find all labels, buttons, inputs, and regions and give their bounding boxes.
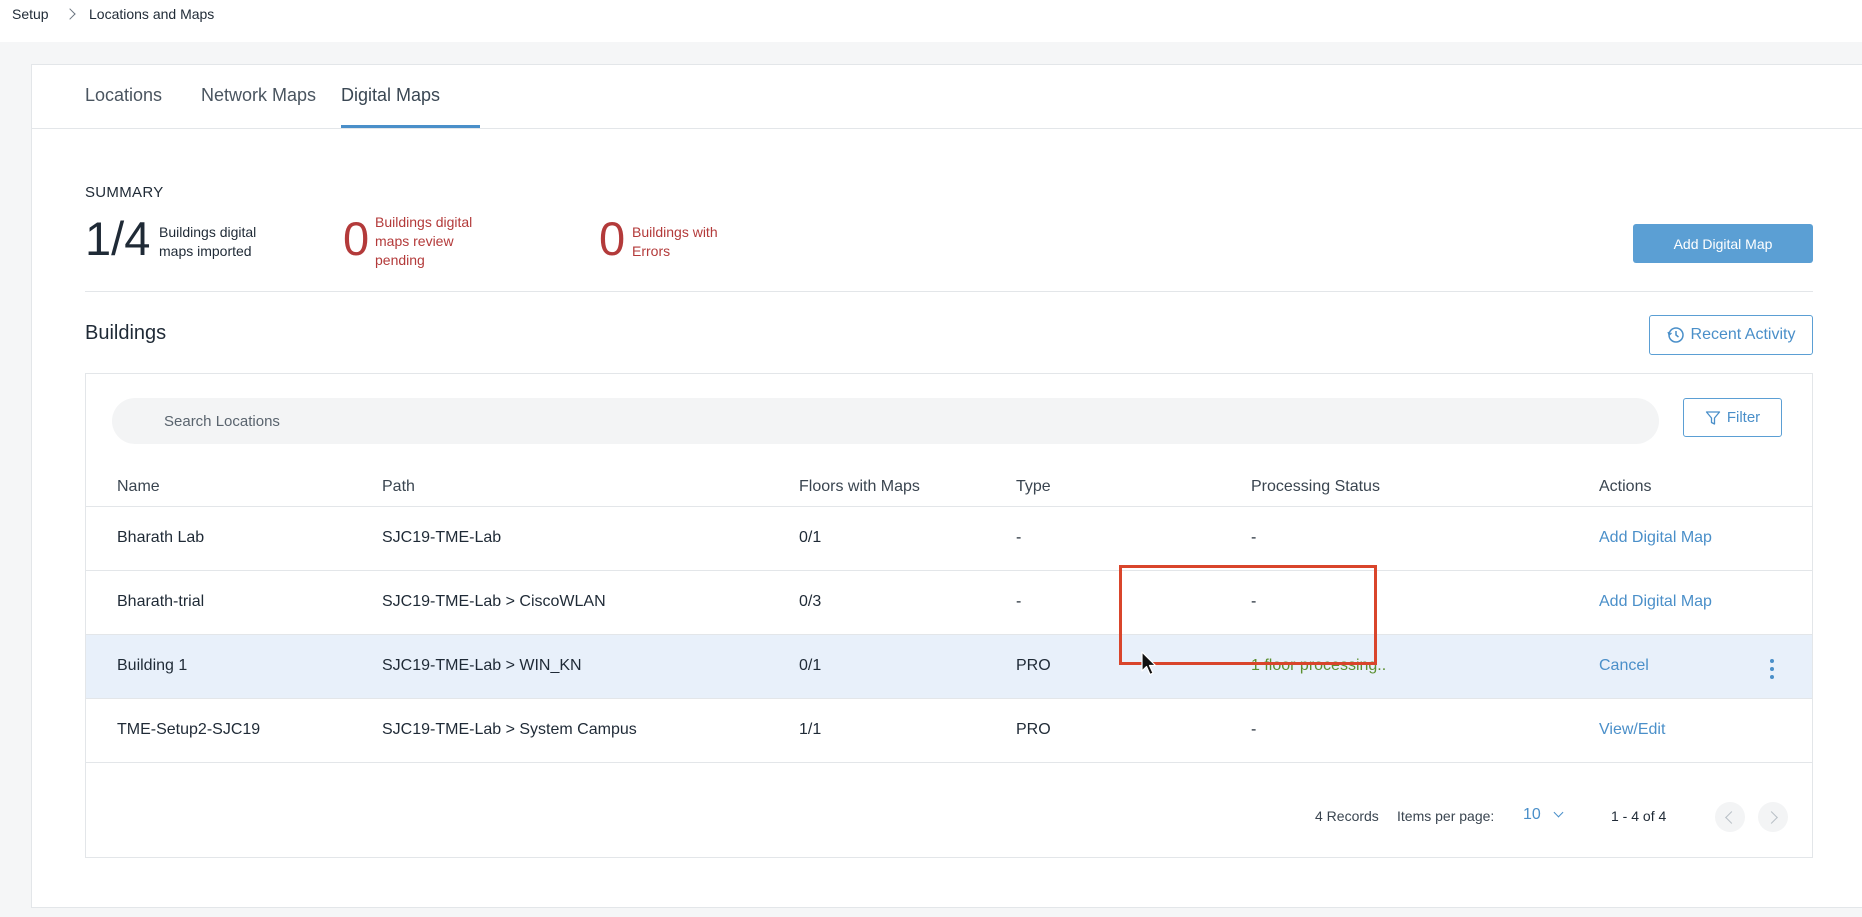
add-digital-map-link[interactable]: Add Digital Map	[1599, 593, 1712, 611]
stat-label: Buildings with Errors	[632, 224, 718, 259]
chevron-right-icon	[64, 8, 76, 20]
search-input[interactable]	[112, 398, 1659, 444]
cell-type: PRO	[1016, 657, 1051, 674]
items-per-page-select[interactable]: 10	[1523, 806, 1541, 824]
cancel-link[interactable]: Cancel	[1599, 657, 1649, 675]
cell-name: Building 1	[117, 657, 188, 674]
recent-activity-label: Recent Activity	[1690, 326, 1796, 343]
filter-button[interactable]: Filter	[1683, 398, 1782, 437]
history-icon	[1666, 327, 1684, 343]
breadcrumb: Setup Locations and Maps	[0, 0, 1862, 42]
column-header-path[interactable]: Path	[382, 478, 415, 496]
stat-value: 0	[343, 212, 370, 265]
chevron-down-icon[interactable]	[1553, 807, 1564, 818]
cell-type: -	[1016, 593, 1022, 610]
stat-value: 0	[599, 212, 626, 265]
column-header-actions: Actions	[1599, 478, 1652, 495]
view-edit-link[interactable]: View/Edit	[1599, 721, 1665, 739]
table-row[interactable]: Bharath Lab SJC19-TME-Lab 0/1 - - Add Di…	[86, 507, 1812, 571]
tab-locations[interactable]: Locations	[85, 85, 162, 127]
mouse-cursor-icon	[1141, 651, 1157, 676]
recent-activity-button[interactable]: Recent Activity	[1649, 315, 1813, 355]
cell-status: -	[1251, 593, 1257, 610]
breadcrumb-setup-link[interactable]: Setup	[12, 6, 49, 22]
buildings-heading: Buildings	[85, 322, 167, 344]
cell-name: Bharath-trial	[117, 593, 205, 610]
breadcrumb-current: Locations and Maps	[89, 6, 215, 22]
column-header-type[interactable]: Type	[1016, 478, 1051, 496]
cell-status: -	[1251, 529, 1257, 546]
cell-name: TME-Setup2-SJC19	[117, 721, 261, 738]
column-header-status[interactable]: Processing Status	[1251, 478, 1380, 496]
stat-label: Buildings digital maps review pending	[375, 214, 473, 268]
previous-page-button[interactable]	[1715, 802, 1745, 832]
tab-bar: Locations Network Maps Digital Maps	[32, 65, 1862, 129]
cell-floors: 0/1	[799, 657, 822, 674]
divider	[85, 291, 1813, 292]
filter-icon	[1705, 410, 1720, 425]
cell-path: SJC19-TME-Lab > System Campus	[382, 721, 637, 738]
records-count: 4 Records	[1315, 808, 1379, 824]
table-row[interactable]: TME-Setup2-SJC19 SJC19-TME-Lab > System …	[86, 699, 1812, 763]
active-tab-indicator	[341, 125, 480, 128]
filter-label: Filter	[1726, 409, 1761, 426]
pagination-footer: 4 Records Items per page: 10 1 - 4 of 4	[86, 802, 1812, 832]
column-header-name[interactable]: Name	[117, 478, 160, 496]
column-header-floors[interactable]: Floors with Maps	[799, 478, 920, 496]
cell-type: -	[1016, 529, 1022, 546]
table-header: Name Path Floors with Maps Type Processi…	[86, 478, 1812, 501]
cell-type: PRO	[1016, 721, 1051, 738]
next-page-button[interactable]	[1758, 802, 1788, 832]
main-panel: Locations Network Maps Digital Maps SUMM…	[31, 64, 1862, 908]
tab-network-maps[interactable]: Network Maps	[201, 85, 316, 127]
add-digital-map-button[interactable]: Add Digital Map	[1633, 224, 1813, 263]
stat-label: Buildings digital maps imported	[159, 224, 257, 259]
cell-status-processing: 1 floor processing..	[1251, 657, 1387, 674]
page-range: 1 - 4 of 4	[1611, 808, 1667, 824]
cell-status: -	[1251, 721, 1257, 738]
cell-floors: 0/1	[799, 529, 822, 546]
cell-path: SJC19-TME-Lab > WIN_KN	[382, 657, 582, 674]
tab-digital-maps[interactable]: Digital Maps	[341, 85, 440, 127]
add-digital-map-link[interactable]: Add Digital Map	[1599, 529, 1712, 547]
cell-path: SJC19-TME-Lab > CiscoWLAN	[382, 593, 606, 610]
table-row[interactable]: Building 1 SJC19-TME-Lab > WIN_KN 0/1 PR…	[86, 635, 1812, 699]
summary-title: SUMMARY	[85, 184, 164, 201]
cell-floors: 0/3	[799, 593, 822, 610]
cell-path: SJC19-TME-Lab	[382, 529, 502, 546]
items-per-page-label: Items per page:	[1397, 808, 1495, 824]
cell-name: Bharath Lab	[117, 529, 205, 546]
cell-floors: 1/1	[799, 721, 822, 738]
kebab-menu-icon[interactable]	[1770, 659, 1775, 679]
buildings-table: Filter Name Path Floors with Maps Type P…	[85, 373, 1813, 858]
stat-value: 1/4	[85, 212, 151, 265]
table-row[interactable]: Bharath-trial SJC19-TME-Lab > CiscoWLAN …	[86, 571, 1812, 635]
